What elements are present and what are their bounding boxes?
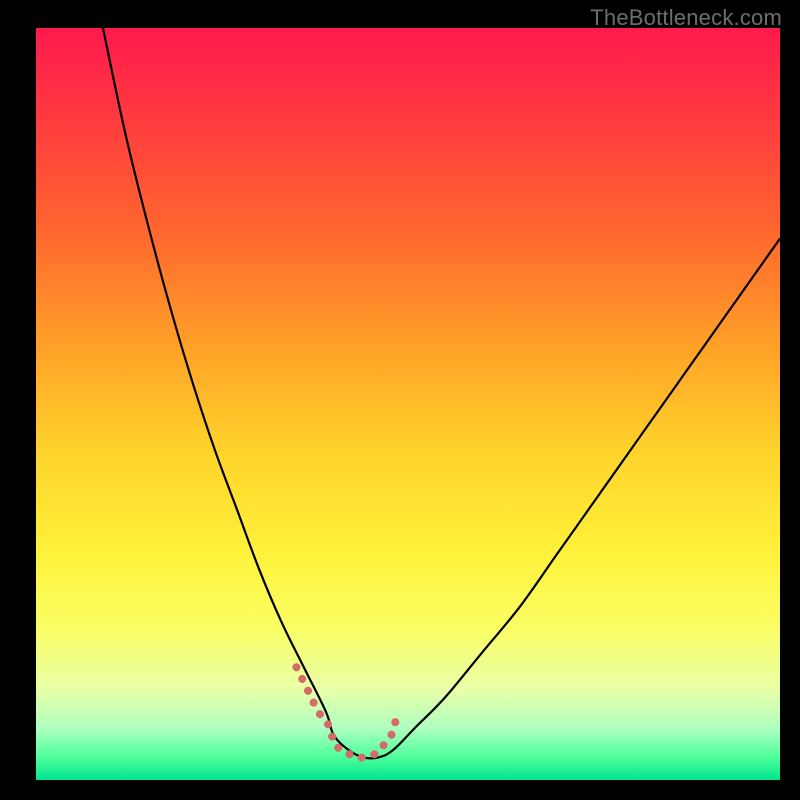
chart-plot-area (36, 28, 780, 780)
watermark-text: TheBottleneck.com (590, 5, 782, 31)
chart-curve-layer (36, 28, 780, 780)
chart-frame: TheBottleneck.com (0, 0, 800, 800)
bottleneck-curve (103, 28, 780, 758)
